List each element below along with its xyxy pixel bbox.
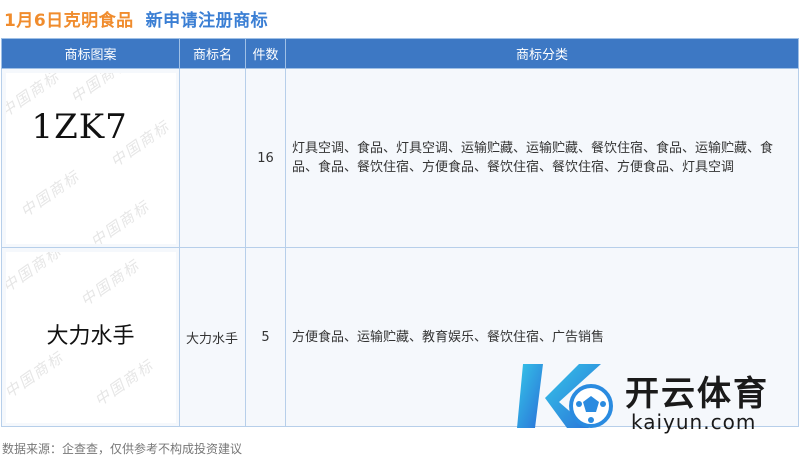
- trademark-classes: 灯具空调、食品、灯具空调、运输贮藏、运输贮藏、餐饮住宿、食品、运输贮藏、食品、食…: [285, 68, 799, 248]
- logo-brand-cn: 开云体育: [625, 374, 769, 414]
- col-header-class: 商标分类: [285, 38, 799, 69]
- trademark-name: [179, 68, 246, 248]
- table-row: 中国商标 中国商标 中国商标 中国商标 中国商标 1ZK7 16 灯具空调、食品…: [1, 68, 799, 248]
- page-header: 1月6日克明食品 新申请注册商标: [0, 0, 799, 36]
- col-header-image: 商标图案: [1, 38, 180, 69]
- trademark-count: 5: [245, 247, 286, 427]
- watermark-text: 中国商标: [90, 355, 157, 410]
- kaiyun-logo-icon: [517, 364, 613, 428]
- watermark-text: 中国商标: [76, 255, 143, 310]
- trademark-count: 16: [245, 68, 286, 248]
- source-footnote: 数据来源：企查查，仅供参考不构成投资建议: [2, 442, 243, 456]
- kaiyun-logo: 开云体育 kaiyun.com: [515, 358, 795, 438]
- col-header-count: 件数: [245, 38, 286, 69]
- subject-title: 新申请注册商标: [145, 10, 269, 31]
- trademark-image: 中国商标 中国商标 中国商标 中国商标 中国商标 1ZK7: [5, 72, 176, 244]
- trademark-mark-text: 大力水手: [46, 323, 135, 349]
- watermark-text: 中国商标: [16, 166, 83, 221]
- trademark-image-cell: 中国商标 中国商标 中国商标 中国商标 大力水手: [1, 247, 180, 427]
- trademark-image: 中国商标 中国商标 中国商标 中国商标 大力水手: [5, 251, 176, 423]
- watermark-text: 中国商标: [5, 251, 65, 296]
- col-header-name: 商标名: [179, 38, 246, 69]
- table-header-row: 商标图案 商标名 件数 商标分类: [1, 38, 799, 69]
- company-title: 1月6日克明食品: [4, 10, 134, 31]
- watermark-text: 中国商标: [86, 196, 153, 244]
- trademark-image-cell: 中国商标 中国商标 中国商标 中国商标 中国商标 1ZK7: [1, 68, 180, 248]
- watermark-text: 中国商标: [5, 347, 67, 402]
- trademark-mark-text: 1ZK7: [31, 106, 128, 147]
- logo-brand-en: kaiyun.com: [631, 410, 757, 434]
- trademark-name: 大力水手: [179, 247, 246, 427]
- watermark-text: 中国商标: [66, 72, 133, 107]
